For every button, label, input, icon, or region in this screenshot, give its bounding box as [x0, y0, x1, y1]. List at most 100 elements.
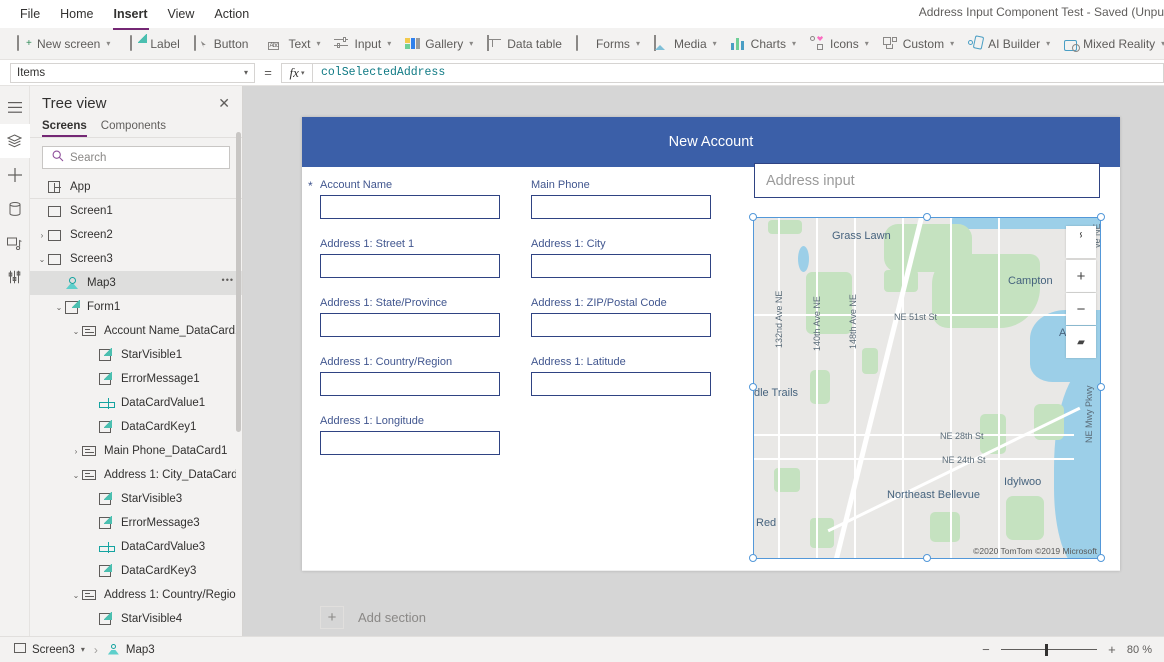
field-input[interactable]: [531, 372, 711, 396]
ribbon-new-screen[interactable]: New screen ▾: [12, 32, 119, 56]
search-input[interactable]: Search: [42, 146, 230, 169]
field-input[interactable]: [320, 372, 500, 396]
field-input[interactable]: [320, 313, 500, 337]
hamburger-menu-icon[interactable]: [0, 90, 30, 124]
pitch-button[interactable]: ▰: [1066, 326, 1096, 358]
tree-node-starvisible4[interactable]: StarVisible4: [30, 607, 242, 631]
tree-node-form1[interactable]: ⌄ Form1: [30, 295, 242, 319]
tree-node-datacardvalue3[interactable]: DataCardValue3: [30, 535, 242, 559]
zoom-slider-thumb[interactable]: [1045, 644, 1048, 656]
tree-node-address-1-country-region-datacard1[interactable]: ⌄Address 1: Country/Region_DataCard1: [30, 583, 242, 607]
ribbon-ai-builder[interactable]: AI Builder ▾: [963, 32, 1059, 56]
chevron-toggle-icon[interactable]: ⌄: [70, 591, 82, 600]
ribbon-input[interactable]: Input ▾: [329, 32, 400, 56]
selection-handle-bl[interactable]: [749, 554, 757, 562]
screen-header: New Account: [302, 117, 1120, 167]
field-label: Address 1: Latitude: [531, 356, 711, 368]
ribbon-forms[interactable]: Forms ▾: [571, 32, 649, 56]
field-input[interactable]: [531, 313, 711, 337]
field-input[interactable]: [320, 195, 500, 219]
tree-node-datacardkey3[interactable]: DataCardKey3: [30, 559, 242, 583]
chevron-toggle-icon[interactable]: ⌄: [70, 327, 82, 336]
tab-components[interactable]: Components: [101, 117, 166, 137]
ribbon-custom[interactable]: Custom ▾: [878, 32, 963, 56]
zoom-slider[interactable]: [1001, 649, 1097, 651]
chevron-toggle-icon[interactable]: ⌄: [70, 471, 82, 480]
tree-node-screen3[interactable]: ⌄Screen3: [30, 247, 242, 271]
breadcrumb-map3[interactable]: Map3: [107, 644, 155, 656]
property-select[interactable]: Items ▾: [10, 63, 255, 83]
ribbon-button[interactable]: Button: [189, 32, 258, 56]
tree-node-errormessage1[interactable]: ErrorMessage1: [30, 367, 242, 391]
field-input[interactable]: [531, 254, 711, 278]
ribbon-charts[interactable]: Charts ▾: [726, 32, 805, 56]
ribbon-label[interactable]: Label: [125, 32, 188, 56]
field-input[interactable]: [320, 431, 500, 455]
menu-item-file[interactable]: File: [10, 1, 50, 27]
ribbon-data-table[interactable]: Data table: [482, 32, 571, 56]
tree-node-starvisible1[interactable]: StarVisible1: [30, 343, 242, 367]
tree-node-list[interactable]: AppScreen1›Screen2⌄Screen3Map3•••⌄Form1⌄…: [30, 175, 242, 638]
tree-node-errormessage3[interactable]: ErrorMessage3: [30, 511, 242, 535]
ribbon-media[interactable]: Media ▾: [649, 32, 726, 56]
chevron-toggle-icon[interactable]: ›: [36, 231, 48, 240]
map-surface[interactable]: Grass LawnCamptonAdelaiIdylwooNortheast …: [754, 218, 1100, 558]
tree-node-address-1-city-datacard1[interactable]: ⌄Address 1: City_DataCard1: [30, 463, 242, 487]
map-park-l: [1006, 496, 1044, 540]
menu-item-view[interactable]: View: [158, 1, 205, 27]
ribbon-text[interactable]: Abc Text ▾: [263, 32, 329, 56]
mixed-reality-icon: [1064, 39, 1078, 50]
selection-handle-tl[interactable]: [749, 213, 757, 221]
tree-node-datacardvalue1[interactable]: DataCardValue1: [30, 391, 242, 415]
selection-handle-bc[interactable]: [923, 554, 931, 562]
chevron-toggle-icon[interactable]: ⌄: [36, 255, 48, 264]
field-input[interactable]: [320, 254, 500, 278]
fx-button[interactable]: fx ▾: [281, 63, 313, 83]
ribbon-gallery[interactable]: Gallery ▾: [400, 32, 482, 56]
zoom-in-button[interactable]: +: [1066, 260, 1096, 292]
advanced-tools-icon[interactable]: [0, 260, 30, 294]
insert-icon[interactable]: [0, 158, 30, 192]
selection-handle-mr[interactable]: [1097, 383, 1105, 391]
menu-item-home[interactable]: Home: [50, 1, 103, 27]
map-control[interactable]: Grass LawnCamptonAdelaiIdylwooNortheast …: [754, 218, 1100, 558]
zoom-out-button[interactable]: −: [980, 642, 992, 657]
tree-scrollbar[interactable]: [236, 132, 241, 432]
zoom-out-button[interactable]: −: [1066, 293, 1096, 325]
menu-item-action[interactable]: Action: [204, 1, 259, 27]
tree-node-map3[interactable]: Map3•••: [30, 271, 242, 295]
tree-node-main-phone-datacard1[interactable]: ›Main Phone_DataCard1: [30, 439, 242, 463]
ribbon-icons[interactable]: Icons ▾: [805, 32, 878, 56]
compass-button[interactable]: ⸯ: [1066, 226, 1096, 258]
menu-item-insert[interactable]: Insert: [104, 1, 158, 27]
tree-view-icon[interactable]: [0, 124, 30, 158]
selection-handle-ml[interactable]: [749, 383, 757, 391]
tree-node-screen1[interactable]: Screen1: [30, 199, 242, 223]
tree-node-starvisible3[interactable]: StarVisible3: [30, 487, 242, 511]
chevron-toggle-icon[interactable]: ⌄: [53, 303, 65, 312]
tree-node-label: Form1: [87, 301, 120, 313]
breadcrumb-screen3[interactable]: Screen3 ▾: [14, 643, 85, 656]
formula-input[interactable]: colSelectedAddress: [313, 63, 1164, 83]
tree-node-account-name-datacard1[interactable]: ⌄Account Name_DataCard1: [30, 319, 242, 343]
tree-node-screen2[interactable]: › Screen2: [30, 223, 242, 247]
map-label: Red: [756, 517, 776, 529]
tree-node-more-button[interactable]: •••: [222, 275, 234, 285]
media-icon[interactable]: [0, 226, 30, 260]
ribbon-mixed-reality[interactable]: Mixed Reality ▾: [1059, 32, 1164, 56]
tree-node-datacardkey1[interactable]: DataCardKey1: [30, 415, 242, 439]
selection-handle-tr[interactable]: [1097, 213, 1105, 221]
input-icon: [334, 36, 349, 51]
data-icon[interactable]: [0, 192, 30, 226]
selection-handle-br[interactable]: [1097, 554, 1105, 562]
zoom-in-button[interactable]: +: [1106, 642, 1118, 657]
selection-handle-tc[interactable]: [923, 213, 931, 221]
tree-node-app[interactable]: App: [30, 175, 242, 199]
address-input-control[interactable]: Address input: [754, 163, 1100, 198]
close-icon[interactable]: ✕: [218, 95, 230, 112]
field-input[interactable]: [531, 195, 711, 219]
add-section-button[interactable]: + Add section: [320, 606, 426, 629]
tree-node-label: Screen2: [70, 229, 113, 241]
chevron-toggle-icon[interactable]: ›: [70, 447, 82, 456]
tab-screens[interactable]: Screens: [42, 117, 87, 137]
